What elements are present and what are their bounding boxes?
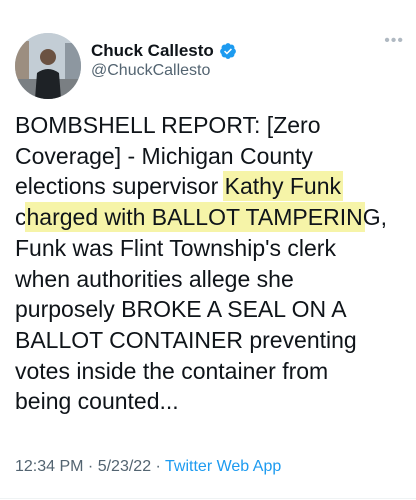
- tweet-source-link[interactable]: Twitter Web App: [165, 458, 281, 475]
- author-display-name[interactable]: Chuck Callesto: [91, 41, 214, 61]
- meta-separator: ·: [151, 458, 166, 475]
- highlighted-text: Kathy Funk: [224, 173, 341, 200]
- author-handle[interactable]: @ChuckCallesto: [91, 62, 210, 80]
- tweet-metadata: 12:34 PM · 5/23/22 · Twitter Web App: [15, 458, 281, 476]
- more-dots-icon[interactable]: •••: [384, 32, 404, 50]
- highlighted-text: harged with BALLOT TAMPERIN: [26, 204, 363, 231]
- tweet-text: BOMBSHELL REPORT: [Zero Coverage] - Mich…: [15, 110, 411, 417]
- tweet-date[interactable]: 5/23/22: [98, 458, 151, 475]
- verified-badge-icon: [219, 42, 237, 60]
- divider: [0, 498, 416, 499]
- profile-photo: [15, 33, 81, 99]
- author-name-row: Chuck Callesto: [91, 41, 237, 61]
- tweet-text-part: c: [15, 204, 27, 231]
- tweet-text-part: G, Funk was Flint Township's clerk when …: [15, 204, 387, 415]
- tweet-time[interactable]: 12:34 PM: [15, 458, 83, 475]
- avatar[interactable]: [15, 33, 81, 99]
- meta-separator: ·: [83, 458, 98, 475]
